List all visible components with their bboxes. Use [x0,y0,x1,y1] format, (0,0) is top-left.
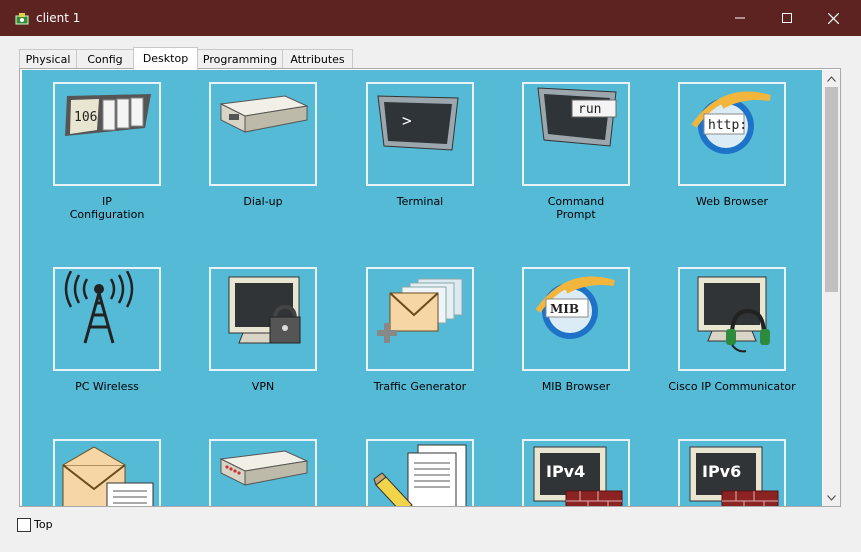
ipv6-firewall-icon: IPv6 [689,446,779,506]
traffic-generator-icon [377,278,463,343]
tab-config[interactable]: Config [76,49,134,68]
app-tile-frame[interactable] [678,267,786,371]
modem-icon [219,95,309,133]
scroll-up-button[interactable] [823,70,840,87]
tab-attributes[interactable]: Attributes [282,49,353,68]
ip-config-icon: 106 [65,94,151,136]
ipv4-firewall-icon: IPv4 [533,446,623,506]
app-tile-frame[interactable] [209,439,317,506]
app-tile-frame[interactable] [209,267,317,371]
wireless-tower-icon [64,271,134,344]
app-label: PC Wireless [75,380,139,393]
app-label: IP Configuration [69,195,145,221]
app-tile-frame[interactable]: MIB [522,267,630,371]
app-tile-frame[interactable] [366,267,474,371]
command-prompt-icon: run [537,87,617,147]
title-bar: client 1 [0,0,861,36]
email-icon [62,446,154,506]
app-tile-frame[interactable]: http: [678,82,786,186]
minimize-button[interactable] [717,0,763,36]
app-label: Dial-up [243,195,283,208]
web-browser-badge: http: [708,118,747,133]
tab-physical[interactable]: Physical [19,49,77,68]
chevron-down-icon [827,494,836,501]
vertical-scrollbar[interactable] [823,70,840,506]
terminal-icon: > [377,95,459,151]
window-title: client 1 [36,11,81,25]
app-label: Cisco IP Communicator [668,380,796,393]
scroll-thumb[interactable] [825,87,838,292]
mib-browser-badge: MIB [550,302,579,316]
top-checkbox[interactable] [17,518,31,532]
router-box-icon [219,450,309,486]
app-tile-frame[interactable] [366,439,474,506]
maximize-button[interactable] [764,0,810,36]
ipv6-badge: IPv6 [702,462,741,481]
ipv4-badge: IPv4 [546,462,585,481]
ip-config-badge: 106 [74,110,97,125]
maximize-icon [782,13,792,23]
app-tile-frame[interactable]: IPv6 [678,439,786,506]
app-icon [15,13,29,25]
vpn-lock-icon [228,276,301,344]
text-editor-icon [373,444,467,506]
app-label: Traffic Generator [373,380,467,393]
chevron-up-icon [827,75,836,82]
top-checkbox-label: Top [34,518,53,531]
app-tile-frame[interactable] [209,82,317,186]
app-tile-frame[interactable]: run [522,82,630,186]
app-tile-frame[interactable] [53,439,161,506]
command-prompt-badge: run [578,102,601,117]
scroll-down-button[interactable] [823,489,840,506]
app-label: Command Prompt [547,195,605,221]
tab-desktop[interactable]: Desktop [133,47,198,70]
app-label: MIB Browser [541,380,611,393]
app-label: Terminal [396,195,444,208]
tab-programming[interactable]: Programming [197,49,283,68]
mib-browser-icon: MIB [535,276,615,339]
app-tile-frame[interactable]: 106 [53,82,161,186]
terminal-glyph: > [402,111,412,130]
app-label: Web Browser [695,195,769,208]
ip-communicator-icon [697,276,770,353]
minimize-icon [735,17,745,19]
app-label: VPN [251,380,275,393]
close-button[interactable] [810,0,856,36]
close-icon [827,12,839,24]
desktop-area: 106 IP Configuration Dial-up > Terminal [22,70,822,506]
app-tile-frame[interactable]: > [366,82,474,186]
app-tile-frame[interactable]: IPv4 [522,439,630,506]
app-tile-frame[interactable] [53,267,161,371]
web-browser-icon: http: [691,91,771,154]
